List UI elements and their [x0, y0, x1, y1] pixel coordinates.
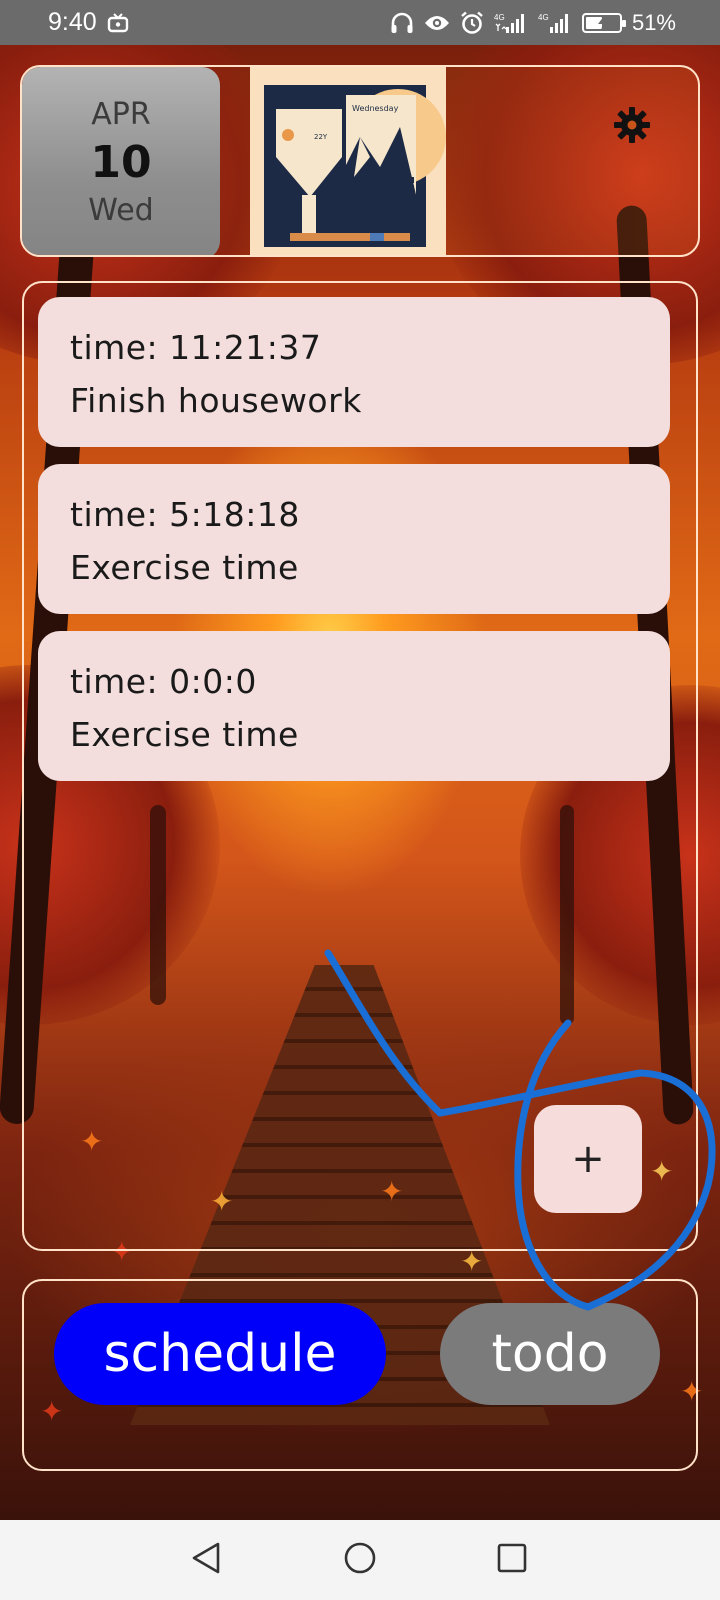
task-card[interactable]: time: 0:0:0 Exercise time	[38, 631, 670, 781]
home-icon	[343, 1541, 377, 1579]
battery-charging-icon	[581, 12, 626, 33]
back-icon	[190, 1541, 222, 1579]
signal-4g-icon: 4G	[538, 12, 572, 34]
svg-text:4G: 4G	[494, 13, 505, 22]
date-day: 10	[90, 137, 152, 188]
status-bar: 9:40 4G 4G 51%	[0, 0, 720, 45]
app-screen: ✦ ✦ ✦ ✦ ✦ ✦ ✦ ✦ APR 10 Wed Wednesday 22Y…	[0, 45, 720, 1520]
task-title: Exercise time	[70, 715, 299, 754]
bottom-tab-bar: schedule todo	[22, 1279, 698, 1471]
signal-4g-icon: 4G	[494, 12, 528, 34]
schedule-list-panel: time: 11:21:37 Finish housework time: 5:…	[22, 281, 698, 1251]
back-button[interactable]	[188, 1542, 224, 1578]
alarm-icon	[460, 11, 484, 35]
task-time: time: 5:18:18	[70, 495, 300, 534]
home-button[interactable]	[342, 1542, 378, 1578]
add-task-button[interactable]: +	[534, 1105, 642, 1213]
date-header-card: APR 10 Wed Wednesday 22Y	[20, 65, 700, 257]
system-navigation-bar	[0, 1520, 720, 1600]
task-title: Finish housework	[70, 381, 362, 420]
date-weekday: Wed	[88, 193, 154, 228]
task-card[interactable]: time: 5:18:18 Exercise time	[38, 464, 670, 614]
tab-todo[interactable]: todo	[440, 1303, 660, 1405]
settings-button[interactable]	[610, 105, 654, 149]
calendar-illustration: Wednesday 22Y	[250, 67, 446, 255]
svg-text:22Y: 22Y	[314, 133, 328, 141]
date-month: APR	[91, 97, 151, 132]
task-time: time: 0:0:0	[70, 662, 257, 701]
gear-icon	[612, 105, 652, 149]
date-display: APR 10 Wed	[22, 67, 220, 255]
eye-icon	[424, 14, 450, 32]
task-time: time: 11:21:37	[70, 328, 322, 367]
task-title: Exercise time	[70, 548, 299, 587]
svg-text:Wednesday: Wednesday	[352, 104, 399, 113]
task-card[interactable]: time: 11:21:37 Finish housework	[38, 297, 670, 447]
status-time: 9:40	[48, 8, 97, 36]
headphones-icon	[390, 12, 414, 34]
tab-schedule[interactable]: schedule	[54, 1303, 386, 1405]
battery-percent: 51%	[631, 9, 676, 35]
tv-icon	[107, 12, 129, 33]
recents-button[interactable]	[494, 1542, 530, 1578]
svg-text:4G: 4G	[538, 13, 549, 22]
plus-icon: +	[571, 1136, 605, 1182]
recents-icon	[496, 1542, 528, 1578]
